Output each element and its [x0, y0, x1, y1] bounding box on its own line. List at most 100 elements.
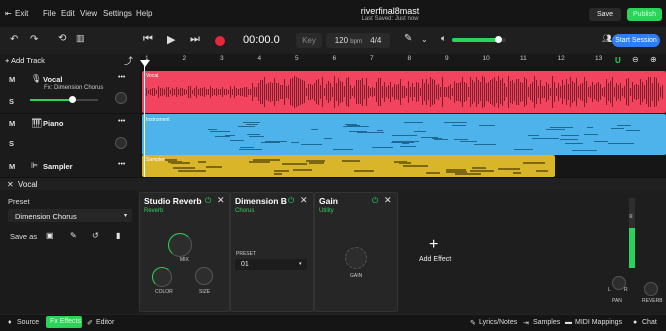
waveform-bar [492, 78, 493, 106]
samples-button[interactable]: Samples [533, 319, 560, 326]
pencil-tool-icon[interactable]: ✎ [404, 33, 412, 44]
chat-button[interactable]: Chat [642, 319, 657, 326]
skip-forward-icon[interactable]: ⏭ [190, 33, 200, 46]
reverb-knob[interactable] [644, 282, 658, 296]
mix-knob[interactable] [168, 233, 192, 257]
timeline-ruler[interactable] [140, 54, 666, 66]
waveform-bar [250, 89, 251, 95]
sample-note [197, 160, 206, 163]
file-menu[interactable]: File [43, 9, 56, 18]
mute-button[interactable]: M [9, 119, 15, 128]
record-icon[interactable] [215, 36, 225, 46]
waveform-bar [662, 85, 663, 99]
mute-button[interactable]: M [9, 75, 15, 84]
rename-icon[interactable]: ✎ [70, 231, 77, 240]
exit-icon[interactable]: ⇤ [5, 9, 12, 18]
pan-knob[interactable] [115, 92, 127, 104]
waveform-bar [266, 84, 267, 100]
metronome-icon[interactable]: ▥ [76, 33, 85, 44]
preset-dropdown[interactable]: Dimension Chorus ▾ [8, 209, 132, 222]
key-selector[interactable]: Key [296, 33, 322, 48]
edit-menu[interactable]: Edit [61, 9, 75, 18]
midi-note [290, 142, 299, 144]
waveform-bar [380, 77, 381, 107]
editor-tab[interactable]: Editor [96, 319, 114, 326]
exit-menu[interactable]: Exit [15, 9, 28, 18]
midi-note [207, 128, 217, 130]
power-icon[interactable]: ⏻ [205, 196, 211, 206]
track-name[interactable]: Sampler [43, 162, 73, 171]
color-knob[interactable] [152, 267, 172, 287]
track-volume-thumb[interactable] [69, 96, 77, 103]
settings-menu[interactable]: Settings [103, 9, 132, 18]
loop-icon[interactable]: ⟲ [58, 33, 66, 44]
add-track-button[interactable]: + Add Track [5, 56, 45, 65]
waveform-bar [458, 83, 459, 101]
playhead-marker[interactable] [140, 60, 150, 67]
close-icon[interactable]: ✕ [217, 195, 225, 206]
instrument-clip[interactable]: Instrument [142, 114, 666, 155]
waveform-bar [460, 81, 461, 103]
save-button[interactable]: Save [589, 8, 621, 21]
sampler-clip[interactable]: Sampler [142, 155, 555, 177]
master-volume-thumb[interactable] [494, 36, 502, 43]
effects-tab-active[interactable]: Fx Effects [46, 316, 82, 328]
track-name[interactable]: Vocal [43, 75, 62, 84]
master-volume-slider[interactable] [452, 36, 506, 43]
close-icon[interactable]: ✕ [300, 195, 308, 206]
midi-mappings-button[interactable]: MIDI Mappings [575, 319, 622, 326]
trash-icon[interactable]: ▮ [116, 231, 120, 240]
waveform-bar [156, 89, 157, 95]
pan-knob[interactable] [115, 137, 127, 149]
zoom-in-icon[interactable]: ⊕ [650, 55, 657, 64]
track-menu-icon[interactable]: ••• [118, 118, 125, 125]
view-menu[interactable]: View [80, 9, 97, 18]
waveform-bar [410, 86, 411, 98]
undo-icon[interactable]: ↶ [10, 34, 18, 45]
volume-icon: 🔈︎ [441, 33, 447, 43]
waveform-bar [200, 88, 201, 96]
waveform-bar [398, 84, 399, 100]
waveform-bar [470, 77, 471, 107]
magnet-icon[interactable]: U [615, 56, 621, 65]
waveform-bar [184, 89, 185, 95]
solo-button[interactable]: S [9, 97, 14, 106]
fader-handle-icon[interactable]: ≡ [629, 214, 633, 220]
reset-icon[interactable]: ↺ [92, 231, 99, 240]
power-icon[interactable]: ⏻ [372, 196, 378, 206]
preset-panel: Preset Dimension Chorus ▾ Save as ▣ ✎ ↺ … [0, 190, 138, 314]
solo-button[interactable]: S [9, 139, 14, 148]
waveform-bar [234, 86, 235, 98]
help-menu[interactable]: Help [136, 9, 152, 18]
waveform-bar [388, 84, 389, 100]
add-effect-slot[interactable]: + Add Effect [398, 192, 476, 310]
start-session-button[interactable]: Start Session [612, 34, 660, 47]
close-icon[interactable]: ✕ [7, 180, 14, 189]
size-knob[interactable] [195, 267, 213, 285]
close-icon[interactable]: ✕ [384, 195, 392, 206]
play-icon[interactable]: ▶ [167, 33, 175, 46]
track-menu-icon[interactable]: ••• [118, 161, 125, 168]
zoom-out-icon[interactable]: ⊖ [632, 55, 639, 64]
vocal-clip[interactable]: Vocal [142, 71, 666, 113]
waveform-bar [590, 86, 591, 98]
waveform-bar [536, 80, 537, 104]
track-volume-slider[interactable] [30, 96, 98, 103]
waveform-bar [520, 81, 521, 103]
source-tab[interactable]: Source [17, 319, 39, 326]
fx-preset-dropdown[interactable]: 01 ▾ [235, 259, 307, 270]
save-as-button[interactable]: Save as [10, 232, 37, 241]
waveform-bar [524, 77, 525, 107]
redo-icon[interactable]: ↷ [30, 34, 38, 45]
mute-button[interactable]: M [9, 162, 15, 171]
chevron-down-icon[interactable]: ⌄ [421, 35, 428, 44]
gain-knob[interactable] [345, 247, 367, 269]
skip-back-icon[interactable]: ⏮ [143, 33, 153, 46]
power-icon[interactable]: ⏻ [288, 196, 294, 206]
track-name[interactable]: Piano [43, 119, 63, 128]
save-icon[interactable]: ▣ [46, 231, 54, 240]
track-menu-icon[interactable]: ••• [118, 74, 125, 81]
tempo-signature-group[interactable]: 120 bpm 4/4 [326, 33, 390, 48]
lyrics-button[interactable]: Lyrics/Notes [479, 319, 517, 326]
publish-button[interactable]: Publish [627, 8, 662, 21]
